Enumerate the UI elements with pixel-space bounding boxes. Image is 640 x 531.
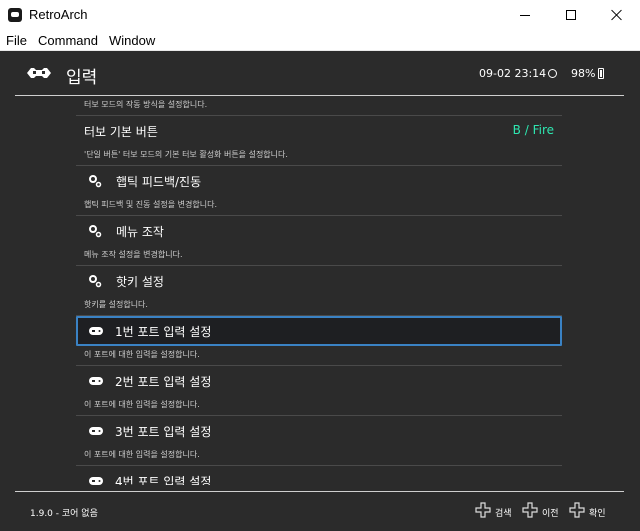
- gear-icon: [89, 175, 102, 188]
- description-text: 이 포트에 대한 입력을 설정합니다.: [84, 350, 200, 359]
- retroarch-logo-icon: [27, 68, 51, 78]
- list-item-label: 핫키 설정: [116, 275, 164, 289]
- list-item-label: 3번 포트 입력 설정: [115, 425, 212, 439]
- item-description: 이 포트에 대한 입력을 설정합니다.: [76, 396, 562, 416]
- maximize-icon: [566, 10, 576, 20]
- clock: 09-02 23:14: [479, 67, 547, 80]
- dpad-icon: [522, 502, 538, 518]
- item-description: '단일 버튼' 터보 모드의 기본 터보 활성화 버튼을 설정합니다.: [76, 146, 562, 166]
- list-item-value: B / Fire: [512, 123, 554, 137]
- battery-level: 98%: [571, 67, 596, 80]
- item-description: 터보 모드의 작동 방식을 설정합니다.: [76, 96, 562, 116]
- item-description: 햅틱 피드백 및 진동 설정을 변경합니다.: [76, 196, 562, 216]
- list-item-port-4-controls[interactable]: 4번 포트 입력 설정: [76, 466, 562, 485]
- list-item-port-1-controls[interactable]: 1번 포트 입력 설정: [76, 316, 562, 346]
- menu-header: 입력 09-02 23:14 98%: [0, 51, 640, 96]
- hint-label: 검색: [495, 509, 512, 519]
- list-item-menu-controls[interactable]: 메뉴 조작: [76, 216, 562, 246]
- list-item-turbo-default-button[interactable]: 터보 기본 버튼 B / Fire: [76, 116, 562, 146]
- menu-bar: File Command Window: [0, 30, 640, 51]
- gamepad-icon: [89, 327, 103, 335]
- hint-label: 이전: [542, 509, 559, 519]
- retroarch-app-icon: [8, 8, 22, 22]
- dpad-icon: [569, 502, 585, 518]
- description-text: 이 포트에 대한 입력을 설정합니다.: [84, 400, 200, 409]
- description-text: '단일 버튼' 터보 모드의 기본 터보 활성화 버튼을 설정합니다.: [84, 150, 288, 159]
- clock-icon: [548, 69, 557, 78]
- list-item-label: 터보 기본 버튼: [84, 125, 158, 139]
- gamepad-icon: [89, 377, 103, 385]
- hint-label: 확인: [589, 509, 606, 519]
- list-item-haptic-feedback[interactable]: 햅틱 피드백/진동: [76, 166, 562, 196]
- window-title: RetroArch: [29, 7, 88, 22]
- description-text: 메뉴 조작 설정을 변경합니다.: [84, 250, 183, 259]
- version-core-status: 1.9.0 - 코어 없음: [30, 509, 98, 519]
- maximize-button[interactable]: [548, 0, 594, 30]
- description-text: 핫키를 설정합니다.: [84, 300, 148, 309]
- list-item-port-3-controls[interactable]: 3번 포트 입력 설정: [76, 416, 562, 446]
- gear-icon: [89, 275, 102, 288]
- menu-command[interactable]: Command: [38, 33, 98, 48]
- minimize-button[interactable]: [502, 0, 548, 30]
- close-button[interactable]: [594, 0, 640, 30]
- gamepad-icon: [89, 427, 103, 435]
- minimize-icon: [520, 14, 530, 16]
- item-description: 이 포트에 대한 입력을 설정합니다.: [76, 446, 562, 466]
- list-item-hotkeys[interactable]: 핫키 설정: [76, 266, 562, 296]
- settings-list[interactable]: 터보 모드의 작동 방식을 설정합니다. 터보 기본 버튼 B / Fire '…: [76, 96, 562, 485]
- list-item-port-2-controls[interactable]: 2번 포트 입력 설정: [76, 366, 562, 396]
- list-item-label: 햅틱 피드백/진동: [116, 175, 202, 189]
- description-text: 햅틱 피드백 및 진동 설정을 변경합니다.: [84, 200, 218, 209]
- window-titlebar[interactable]: RetroArch: [0, 0, 640, 30]
- item-description: 핫키를 설정합니다.: [76, 296, 562, 316]
- list-item-label: 1번 포트 입력 설정: [115, 325, 212, 339]
- list-item-label: 2번 포트 입력 설정: [115, 375, 212, 389]
- gamepad-icon: [89, 477, 103, 485]
- footer-divider: [15, 491, 624, 492]
- list-item-label: 4번 포트 입력 설정: [115, 475, 212, 485]
- close-icon: [611, 9, 623, 21]
- list-item-label: 메뉴 조작: [116, 225, 164, 239]
- description-text: 이 포트에 대한 입력을 설정합니다.: [84, 450, 200, 459]
- battery-icon: [598, 68, 604, 79]
- menu-window[interactable]: Window: [109, 33, 155, 48]
- item-description: 메뉴 조작 설정을 변경합니다.: [76, 246, 562, 266]
- description-text: 터보 모드의 작동 방식을 설정합니다.: [84, 100, 208, 109]
- page-title: 입력: [66, 68, 98, 88]
- gear-icon: [89, 225, 102, 238]
- item-description: 이 포트에 대한 입력을 설정합니다.: [76, 346, 562, 366]
- menu-file[interactable]: File: [6, 33, 27, 48]
- retroarch-content: 입력 09-02 23:14 98% 터보 모드의 작동 방식을 설정합니다. …: [0, 51, 640, 531]
- dpad-icon: [475, 502, 491, 518]
